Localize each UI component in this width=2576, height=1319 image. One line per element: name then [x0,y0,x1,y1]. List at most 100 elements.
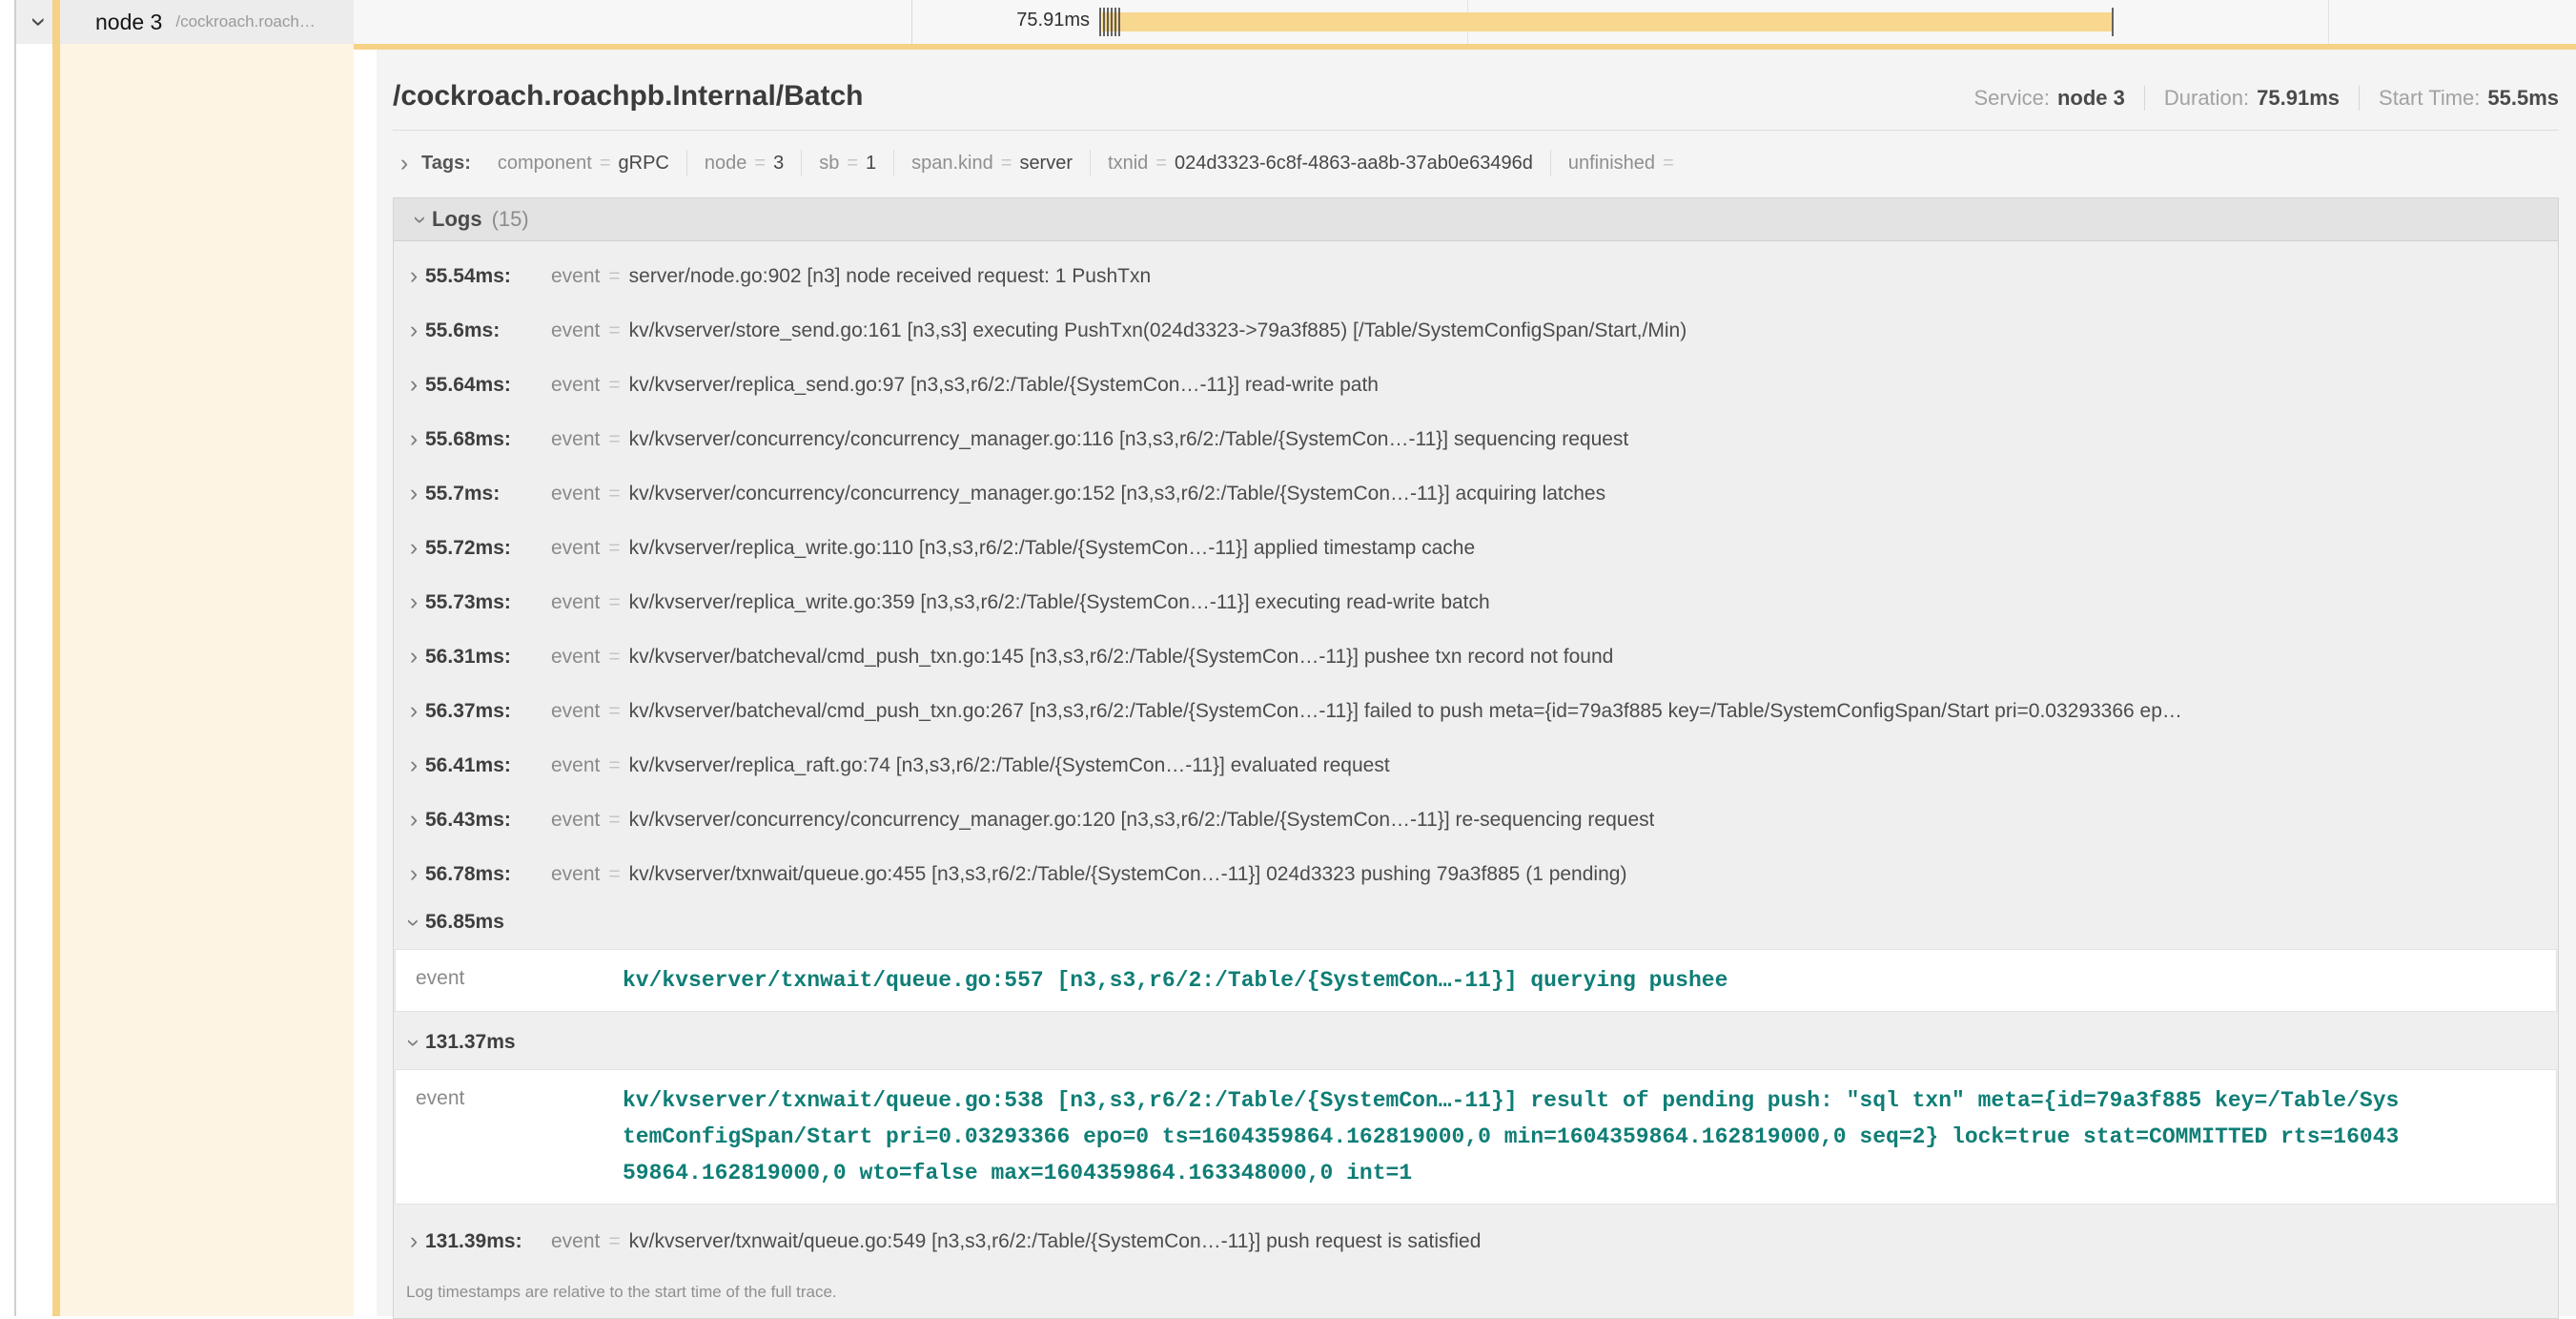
chevron-right-icon: › [402,753,425,777]
log-marker [1103,8,1105,36]
log-row[interactable]: › 55.72ms: event = kv/kvserver/replica_w… [394,521,2558,575]
log-message: kv/kvserver/concurrency/concurrency_mana… [629,809,1655,832]
logs-body: › 55.54ms: event = server/node.go:902 [n… [394,241,2558,1318]
equals-sign: = [608,483,620,505]
log-field-key: event [551,319,600,342]
tags-accordion[interactable]: › Tags: component = gRPC node = 3 sb = 1… [393,150,2559,176]
log-time: 55.7ms: [425,483,551,505]
log-field-key: event [551,863,600,886]
log-message: kv/kvserver/batcheval/cmd_push_txn.go:26… [629,700,2182,723]
log-row[interactable]: › 55.54ms: event = server/node.go:902 [n… [394,249,2558,303]
tag-key: sb [819,153,839,175]
equals-sign: = [847,153,858,175]
chevron-right-icon: › [402,319,425,342]
log-marker-end [2112,8,2114,36]
log-message: kv/kvserver/txnwait/queue.go:549 [n3,s3,… [629,1230,1482,1253]
tag-key: span.kind [911,153,993,175]
log-marker [1111,8,1113,36]
span-bar[interactable] [1102,12,2113,31]
timeline-column-divider [911,0,912,44]
log-field-key: event [551,700,600,723]
log-detail-box: event kv/kvserver/txnwait/queue.go:538 [… [395,1069,2557,1205]
equals-sign: = [1001,153,1012,175]
log-field-key: event [551,374,600,397]
log-detail-field: event [396,1082,623,1110]
log-time: 55.68ms: [425,428,551,451]
chevron-down-icon: › [402,911,426,934]
log-time: 56.78ms: [425,863,551,886]
collapse-span-chevron-icon[interactable]: › [25,8,53,36]
tag-value: server [1019,153,1073,175]
log-row-expanded[interactable]: › 131.37ms [394,1021,2558,1063]
start-time-label: Start Time: [2379,86,2480,111]
log-row[interactable]: › 131.39ms: event = kv/kvserver/txnwait/… [394,1214,2558,1268]
log-row-expanded[interactable]: › 56.85ms [394,901,2558,943]
tag-value: 3 [773,153,784,175]
equals-sign: = [1663,153,1674,175]
equals-sign: = [608,809,620,832]
log-field-key: event [551,483,600,505]
timeline-gridline [2328,0,2329,44]
tag-item: txnid = 024d3323-6c8f-4863-aa8b-37ab0e63… [1090,150,1550,176]
log-message: kv/kvserver/replica_write.go:110 [n3,s3,… [629,537,1476,560]
log-row[interactable]: › 55.7ms: event = kv/kvserver/concurrenc… [394,466,2558,521]
span-info: Service: node 3 Duration: 75.91ms Start … [1973,86,2559,111]
log-field-key: event [551,809,600,832]
equals-sign: = [754,153,766,175]
tag-item: node = 3 [686,150,801,176]
log-row[interactable]: › 56.31ms: event = kv/kvserver/batcheval… [394,629,2558,684]
chevron-right-icon: › [402,808,425,832]
log-row[interactable]: › 56.41ms: event = kv/kvserver/replica_r… [394,738,2558,793]
log-row[interactable]: › 55.68ms: event = kv/kvserver/concurren… [394,412,2558,466]
chevron-right-icon: › [393,152,416,175]
chevron-right-icon: › [402,699,425,723]
logs-accordion-header[interactable]: › Logs (15) [394,198,2558,241]
tags-label: Tags: [421,153,471,175]
equals-sign: = [608,319,620,342]
chevron-right-icon: › [402,862,425,886]
chevron-right-icon: › [402,536,425,560]
tag-item: sb = 1 [801,150,893,176]
log-time: 131.39ms: [425,1230,551,1253]
log-message: kv/kvserver/concurrency/concurrency_mana… [629,428,1629,451]
log-time: 131.37ms [425,1031,551,1054]
equals-sign: = [608,265,620,288]
equals-sign: = [608,646,620,669]
logs-section: › Logs (15) › 55.54ms: event = server/no… [393,197,2559,1319]
log-row[interactable]: › 55.64ms: event = kv/kvserver/replica_s… [394,358,2558,412]
tag-value: 024d3323-6c8f-4863-aa8b-37ab0e63496d [1175,153,1533,175]
logs-footer-note: Log timestamps are relative to the start… [394,1268,2558,1318]
log-detail-box: event kv/kvserver/txnwait/queue.go:557 [… [395,949,2557,1012]
span-name-cell[interactable]: node 3 /cockroach.roach… [60,0,354,44]
tag-key: node [705,153,747,175]
log-row[interactable]: › 55.6ms: event = kv/kvserver/store_send… [394,303,2558,358]
log-time: 55.54ms: [425,265,551,288]
equals-sign: = [608,1230,620,1253]
log-marker [1114,8,1116,36]
chevron-right-icon: › [402,645,425,669]
log-detail-value: kv/kvserver/txnwait/queue.go:557 [n3,s3,… [623,962,2399,999]
log-field-key: event [551,646,600,669]
left-divider [14,0,16,1316]
log-detail-field: event [396,962,623,990]
log-row[interactable]: › 55.73ms: event = kv/kvserver/replica_w… [394,575,2558,629]
log-time: 55.73ms: [425,591,551,614]
chevron-right-icon: › [402,482,425,505]
header-divider [393,130,2559,131]
log-row[interactable]: › 56.37ms: event = kv/kvserver/batcheval… [394,684,2558,738]
tag-value: 1 [866,153,876,175]
tag-value: gRPC [619,153,669,175]
duration-value: 75.91ms [2257,86,2340,111]
span-detail-header: /cockroach.roachpb.Internal/Batch Servic… [393,74,2559,113]
log-row[interactable]: › 56.43ms: event = kv/kvserver/concurren… [394,793,2558,847]
log-time: 56.37ms: [425,700,551,723]
equals-sign: = [1155,153,1167,175]
equals-sign: = [608,863,620,886]
logs-count: (15) [492,207,529,232]
span-duration-label: 75.91ms [956,10,1090,31]
chevron-right-icon: › [402,264,425,288]
log-row[interactable]: › 56.78ms: event = kv/kvserver/txnwait/q… [394,847,2558,901]
span-service-name: node 3 [95,10,162,35]
tag-key: unfinished [1568,153,1655,175]
logs-title: Logs [432,207,482,232]
